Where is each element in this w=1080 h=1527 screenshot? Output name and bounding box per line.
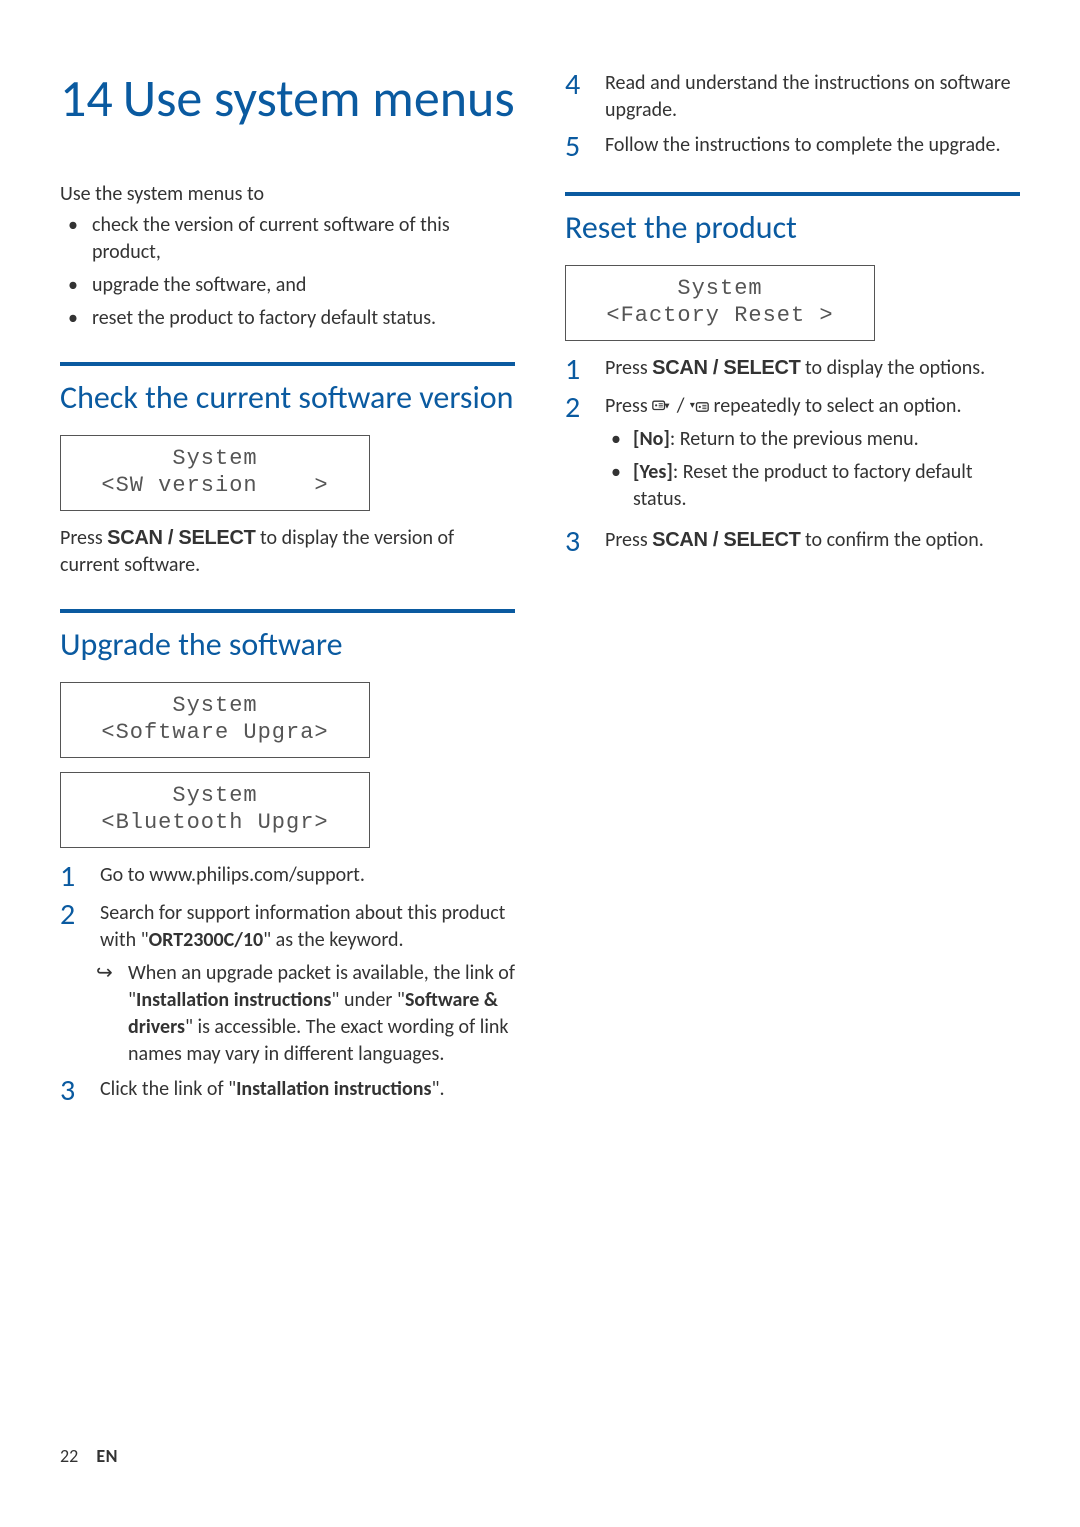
chapter-heading: 14Use system menus [60,70,515,126]
step-text: Search for support information about thi… [100,900,515,1068]
option-yes: [Yes]: Reset the product to factory defa… [633,459,1020,513]
step-number: 3 [60,1076,100,1106]
step-text: Press / repeatedly to select an option. … [605,393,1020,519]
step-item: 5 Follow the instructions to complete th… [565,132,1020,162]
lcd-line1: System [75,783,355,808]
step-text: Follow the instructions to complete the … [605,132,1020,162]
lcd-line2: <Factory Reset > [580,303,860,328]
upgrade-steps-cont: 4 Read and understand the instructions o… [565,70,1020,162]
lcd-line1: System [75,693,355,718]
lcd-line1: System [580,276,860,301]
step-text: Read and understand the instructions on … [605,70,1020,124]
step-number: 2 [565,393,605,519]
option-no: [No]: Return to the previous menu. [633,426,1020,453]
lcd-sw-version: System <SW version > [60,435,370,511]
language-code: EN [96,1445,118,1467]
step-item: 2 Search for support information about t… [60,900,515,1068]
step-number: 4 [565,70,605,124]
step-item: 4 Read and understand the instructions o… [565,70,1020,124]
bullet-item: upgrade the software, and [92,272,515,299]
lcd-line2: <SW version > [75,473,355,498]
step-item: 3 Click the link of "Installation instru… [60,1076,515,1106]
section-check-heading: Check the current software version [60,362,515,417]
scan-select-label: SCAN / SELECT [652,529,800,551]
step-number: 1 [60,862,100,892]
nav-up-icon [689,394,714,418]
lcd-line2: <Bluetooth Upgr> [75,810,355,835]
lcd-line2: <Software Upgra> [75,720,355,745]
bullet-item: check the version of current software of… [92,212,515,266]
section-upgrade-heading: Upgrade the software [60,609,515,664]
chapter-title: Use system menus [123,66,515,130]
scan-select-label: SCAN / SELECT [107,527,255,549]
step-number: 3 [565,527,605,557]
check-instruction: Press SCAN / SELECT to display the versi… [60,525,515,579]
left-column: 14Use system menus Use the system menus … [60,70,515,1114]
nav-down-icon [652,394,677,418]
page: 14Use system menus Use the system menus … [0,0,1080,1114]
lcd-bluetooth-upgrade: System <Bluetooth Upgr> [60,772,370,848]
bullet-item: reset the product to factory default sta… [92,305,515,332]
intro-bullets: check the version of current software of… [60,212,515,332]
right-column: 4 Read and understand the instructions o… [565,70,1020,1114]
step-text: Press SCAN / SELECT to display the optio… [605,355,1020,385]
step-item: 3 Press SCAN / SELECT to confirm the opt… [565,527,1020,557]
step-text: Click the link of "Installation instruct… [100,1076,515,1106]
lcd-factory-reset: System <Factory Reset > [565,265,875,341]
step-number: 1 [565,355,605,385]
intro-text: Use the system menus to [60,181,515,208]
chapter-number: 14 [60,66,113,130]
step-item: 1 Press SCAN / SELECT to display the opt… [565,355,1020,385]
upgrade-steps: 1 Go to www.philips.com/support. 2 Searc… [60,862,515,1106]
page-number: 22 [60,1445,78,1467]
step-number: 5 [565,132,605,162]
step-text: Go to www.philips.com/support. [100,862,515,892]
scan-select-label: SCAN / SELECT [652,357,800,379]
arrow-note: When an upgrade packet is available, the… [100,960,515,1068]
step-item: 2 Press / repeatedly to select an option… [565,393,1020,519]
reset-options: [No]: Return to the previous menu. [Yes]… [605,426,1020,513]
page-footer: 22 EN [60,1445,118,1467]
step-text: Press SCAN / SELECT to confirm the optio… [605,527,1020,557]
step-number: 2 [60,900,100,1068]
reset-steps: 1 Press SCAN / SELECT to display the opt… [565,355,1020,557]
lcd-software-upgrade: System <Software Upgra> [60,682,370,758]
section-reset-heading: Reset the product [565,192,1020,247]
step-item: 1 Go to www.philips.com/support. [60,862,515,892]
lcd-line1: System [75,446,355,471]
